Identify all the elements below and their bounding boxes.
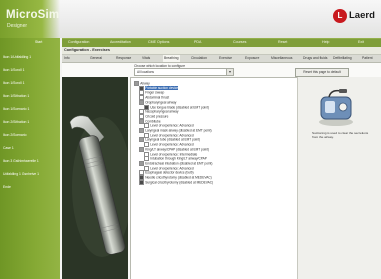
brand-name: Laerd [349,10,375,21]
sidebar-item[interactable]: Ikon 2/Sithation 1 [3,120,29,124]
tab-pda[interactable]: PDA [194,40,201,44]
tab-help[interactable]: Help [322,40,329,44]
subtab-circulation[interactable]: Circulation [190,55,208,62]
suction-device-icon [319,89,353,126]
subtab-vitals[interactable]: Vitals [141,55,151,62]
sidebar-item[interactable]: Case 1 [3,146,14,150]
sidebar-item[interactable]: Ikon 1/Udfaldling 1 [3,55,31,59]
app-logo: MicroSim Designer [0,0,60,38]
location-dropdown[interactable]: All locations ▾ [134,68,234,76]
info-panel: Suctioning is used to clear the secretio… [297,77,381,279]
laryngoscope-image [62,77,128,279]
sidebar: Start Ikon 1/Udfaldling 1 Ikon 1/Scroll 1… [0,38,60,279]
config-title-bar: Configuration - Exercises [62,47,381,55]
sidebar-item[interactable]: Ikon 1/Sithation 1 [3,94,29,98]
subtab-info[interactable]: Info [63,55,71,62]
tab-exit[interactable]: Exit [358,40,364,44]
app-window: MicroSim Designer L Laerd Start Ikon 1/U… [0,0,381,279]
tree-item-label: Surgical cricothyrotomy (disabled at MED… [145,180,214,185]
subtab-exercise[interactable]: Exercise [218,55,233,62]
subtab-breathing[interactable]: Breathing [163,55,180,62]
sub-tabs: Info General Response Vitals Breathing Circul… [62,55,381,63]
tab-accreditation[interactable]: Accreditation [110,40,131,44]
subtab-defibrillating[interactable]: Defibrillating [332,55,353,62]
subtab-drugs-and-fluids[interactable]: Drugs and fluids [302,55,329,62]
app-title: MicroSim [6,9,60,21]
tab-courses[interactable]: Courses [233,40,246,44]
sidebar-item[interactable]: Udfaldling 1 Gsnheive 1 [3,172,39,176]
app-subtitle: Designer [7,23,28,29]
main-panel: Choose which location to configure All l… [62,63,381,279]
subtab-general[interactable]: General [89,55,103,62]
info-text: Suctioning is used to clear the secretio… [312,131,369,140]
sidebar-item[interactable]: Ikon 1/Scroll 1 [3,81,25,85]
brand-mark-icon: L [333,9,347,23]
sidebar-item[interactable]: Ikon 3 Gsthimhaerelle 1 [3,159,39,163]
tab-cme-options[interactable]: CME Options [148,40,169,44]
device-photo [62,77,128,279]
reset-page-button[interactable]: Reset this page to default [295,68,349,77]
tab-reset[interactable]: Reset [278,40,287,44]
chevron-down-icon[interactable]: ▾ [226,69,233,75]
brand-logo: L Laerd [333,8,377,24]
subtab-miscellaneous[interactable]: Miscellaneous [270,55,294,62]
subtab-exposure[interactable]: Exposure [244,55,260,62]
sidebar-item[interactable]: Ikon 2/Scenario [3,133,27,137]
tree-item[interactable]: Surgical cricothyrotomy (disabled at MED… [139,179,214,185]
sidebar-item[interactable]: Ikon 1/Scroll 1 [3,68,25,72]
main-tabs: Configuration Accreditation CME Options PDA… [62,38,381,47]
header: MicroSim Designer L Laerd [0,0,381,38]
checkbox-icon[interactable] [139,179,144,185]
sidebar-start[interactable]: Start [35,40,42,44]
sidebar-item[interactable]: Ende [3,185,11,189]
tab-configuration[interactable]: Configuration [68,40,89,44]
config-title: Configuration - Exercises [64,48,110,52]
exercise-tree: Airway Portable suction device Finger swee… [130,77,298,279]
subtab-patient[interactable]: Patient [361,55,374,62]
location-dropdown-value: All locations [137,69,155,74]
sidebar-item[interactable]: Ikon 1/Scenario 1 [3,107,29,111]
subtab-response[interactable]: Response [115,55,132,62]
